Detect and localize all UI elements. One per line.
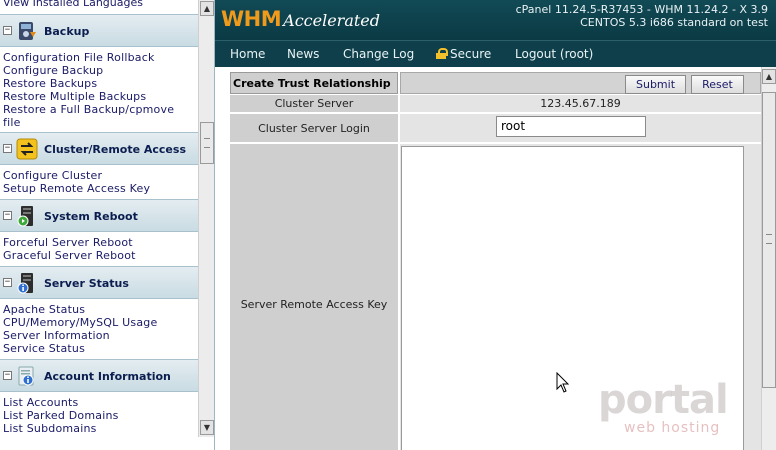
server-info-icon <box>17 273 33 294</box>
sidebar-link-configure-backup[interactable]: Configure Backup <box>3 64 103 77</box>
collapse-icon[interactable]: − <box>3 144 12 153</box>
version-info: cPanel 11.24.5-R37453 - WHM 11.24.2 - X … <box>516 3 768 29</box>
sidebar-link-list-accounts[interactable]: List Accounts <box>3 396 78 409</box>
reset-button[interactable]: Reset <box>691 75 744 94</box>
sidebar-section-title: System Reboot <box>44 210 138 223</box>
whm-logo[interactable]: WHM Accelerated <box>221 7 380 31</box>
scrollbar-thumb[interactable] <box>762 92 776 388</box>
main-content: Create Trust Relationship Submit Reset C… <box>215 67 761 450</box>
nav-secure-label: Secure <box>450 47 492 61</box>
remote-key-row: Server Remote Access Key <box>230 144 761 450</box>
sidebar-link-restore-multiple-backups[interactable]: Restore Multiple Backups <box>3 90 146 103</box>
sidebar-link-server-information[interactable]: Server Information <box>3 329 110 342</box>
submit-button[interactable]: Submit <box>625 75 686 94</box>
remote-key-label: Server Remote Access Key <box>230 144 398 450</box>
scroll-up-icon[interactable]: ▲ <box>200 1 214 16</box>
cluster-login-label: Cluster Server Login <box>230 114 398 142</box>
sidebar: View Installed Languages − Backup Config… <box>0 0 215 450</box>
scroll-down-icon[interactable]: ▼ <box>200 420 214 435</box>
nav-logout[interactable]: Logout (root) <box>515 47 593 61</box>
sidebar-link-list-subdomains[interactable]: List Subdomains <box>3 422 97 435</box>
sidebar-link-view-installed-languages[interactable]: View Installed Languages <box>3 0 143 9</box>
cluster-server-row: Cluster Server 123.45.67.189 <box>230 95 761 112</box>
sidebar-link-restore-full-backup-continued[interactable]: file <box>3 116 21 129</box>
cluster-server-value: 123.45.67.189 <box>400 95 761 112</box>
sidebar-link-restore-full-backup[interactable]: Restore a Full Backup/cpmove <box>3 103 174 116</box>
sidebar-section-system-reboot[interactable]: − System Reboot <box>0 199 198 232</box>
nav-home[interactable]: Home <box>230 47 265 61</box>
cluster-server-label: Cluster Server <box>230 95 398 112</box>
scroll-up-icon[interactable]: ▲ <box>762 69 776 84</box>
nav-change-log[interactable]: Change Log <box>343 47 414 61</box>
sidebar-section-title: Cluster/Remote Access <box>44 143 186 156</box>
collapse-icon[interactable]: − <box>3 371 12 380</box>
sidebar-link-apache-status[interactable]: Apache Status <box>3 303 85 316</box>
cluster-login-input[interactable]: root <box>496 116 646 137</box>
account-info-icon <box>18 366 34 386</box>
sidebar-link-configure-cluster[interactable]: Configure Cluster <box>3 169 102 182</box>
nav-secure[interactable]: Secure <box>436 47 491 61</box>
nav-bar: Home News Change Log Secure Logout (root… <box>215 40 776 67</box>
collapse-icon[interactable]: − <box>3 278 12 287</box>
sidebar-section-title: Backup <box>44 25 90 38</box>
logo-sub-text: Accelerated <box>283 11 380 30</box>
remote-access-key-textarea[interactable] <box>401 146 744 450</box>
sidebar-link-setup-remote-access-key[interactable]: Setup Remote Access Key <box>3 182 150 195</box>
sidebar-link-configuration-file-rollback[interactable]: Configuration File Rollback <box>3 51 155 64</box>
sidebar-section-cluster-remote-access[interactable]: − Cluster/Remote Access <box>0 132 198 165</box>
version-line-2: CENTOS 5.3 i686 standard on test <box>580 16 768 29</box>
lock-icon <box>436 48 448 59</box>
form-title: Create Trust Relationship <box>230 72 398 94</box>
sidebar-section-title: Server Status <box>44 277 129 290</box>
sidebar-section-account-information[interactable]: − Account Information <box>0 359 198 392</box>
logo-main-text: WHM <box>221 7 282 31</box>
mouse-cursor-icon <box>556 372 570 393</box>
cluster-arrows-icon <box>16 138 38 160</box>
scrollbar-thumb[interactable] <box>200 122 214 164</box>
sidebar-link-restore-backups[interactable]: Restore Backups <box>3 77 97 90</box>
form-header-bar: Submit Reset <box>400 72 761 94</box>
sidebar-link-list-parked-domains[interactable]: List Parked Domains <box>3 409 119 422</box>
backup-icon <box>19 22 36 40</box>
sidebar-link-graceful-server-reboot[interactable]: Graceful Server Reboot <box>3 249 136 262</box>
sidebar-section-title: Account Information <box>44 370 171 383</box>
cluster-login-row: Cluster Server Login root <box>230 114 761 142</box>
sidebar-section-server-status[interactable]: − Server Status <box>0 266 198 299</box>
collapse-icon[interactable]: − <box>3 211 12 220</box>
sidebar-section-backup[interactable]: − Backup <box>0 14 198 47</box>
top-banner: WHM Accelerated cPanel 11.24.5-R37453 - W… <box>215 0 776 40</box>
collapse-icon[interactable]: − <box>3 26 12 35</box>
server-reboot-icon <box>17 206 33 227</box>
main-scrollbar[interactable]: ▲ <box>761 67 776 450</box>
form-header-row: Create Trust Relationship Submit Reset <box>230 72 761 94</box>
sidebar-scrollbar[interactable]: ▲ ▼ <box>198 0 214 437</box>
sidebar-link-service-status[interactable]: Service Status <box>3 342 85 355</box>
sidebar-link-cpu-memory-mysql-usage[interactable]: CPU/Memory/MySQL Usage <box>3 316 157 329</box>
version-line-1: cPanel 11.24.5-R37453 - WHM 11.24.2 - X … <box>515 3 768 16</box>
sidebar-link-forceful-server-reboot[interactable]: Forceful Server Reboot <box>3 236 133 249</box>
nav-news[interactable]: News <box>287 47 319 61</box>
